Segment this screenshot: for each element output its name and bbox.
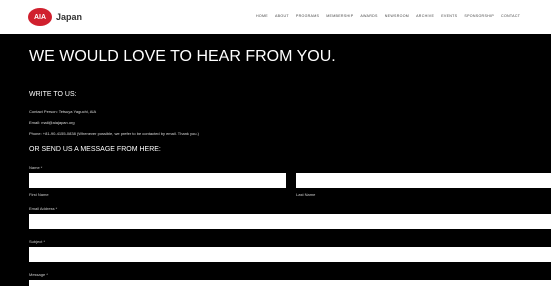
email-input[interactable] [29, 214, 551, 229]
last-name-sublabel: Last Name [296, 192, 316, 197]
logo-text: Japan [56, 12, 83, 22]
page-heading: WE WOULD LOVE TO HEAR FROM YOU. [29, 48, 336, 65]
nav-home[interactable]: HOME [256, 14, 268, 18]
name-label: Name * [29, 165, 43, 170]
write-to-us-heading: WRITE TO US: [29, 91, 77, 98]
email-label: Email Address * [29, 206, 58, 211]
last-name-input[interactable] [296, 173, 551, 188]
site-logo[interactable]: AIA Japan [28, 8, 82, 26]
main-nav: HOME ABOUT PROGRAMS MEMBERSHIP AWARDS NE… [256, 14, 520, 18]
nav-newsroom[interactable]: NEWSROOM [385, 14, 409, 18]
first-name-input[interactable] [29, 173, 286, 188]
contact-email-text: Email: mail@aiajapan.org [29, 120, 75, 125]
message-label: Message * [29, 272, 48, 277]
aia-logo-badge: AIA [28, 8, 52, 26]
subject-input[interactable] [29, 247, 551, 262]
nav-events[interactable]: EVENTS [441, 14, 457, 18]
nav-awards[interactable]: AWARDS [360, 14, 377, 18]
nav-membership[interactable]: MEMBERSHIP [326, 14, 353, 18]
nav-programs[interactable]: PROGRAMS [296, 14, 319, 18]
subject-label: Subject * [29, 239, 46, 244]
message-form-heading: OR SEND US A MESSAGE FROM HERE: [29, 146, 161, 153]
contact-person-text: Contact Person: Tetsuya Yaguchi, AIA [29, 109, 97, 114]
contact-phone-text: Phone: +81-90-4155-0838 (Whenever possib… [29, 131, 199, 136]
first-name-sublabel: First Name [29, 192, 49, 197]
nav-sponsorship[interactable]: SPONSORSHIP [464, 14, 494, 18]
message-textarea[interactable] [29, 280, 551, 286]
nav-about[interactable]: ABOUT [275, 14, 289, 18]
nav-contact[interactable]: CONTACT [501, 14, 520, 18]
nav-archive[interactable]: ARCHIVE [416, 14, 434, 18]
site-header: AIA Japan HOME ABOUT PROGRAMS MEMBERSHIP… [0, 0, 551, 34]
